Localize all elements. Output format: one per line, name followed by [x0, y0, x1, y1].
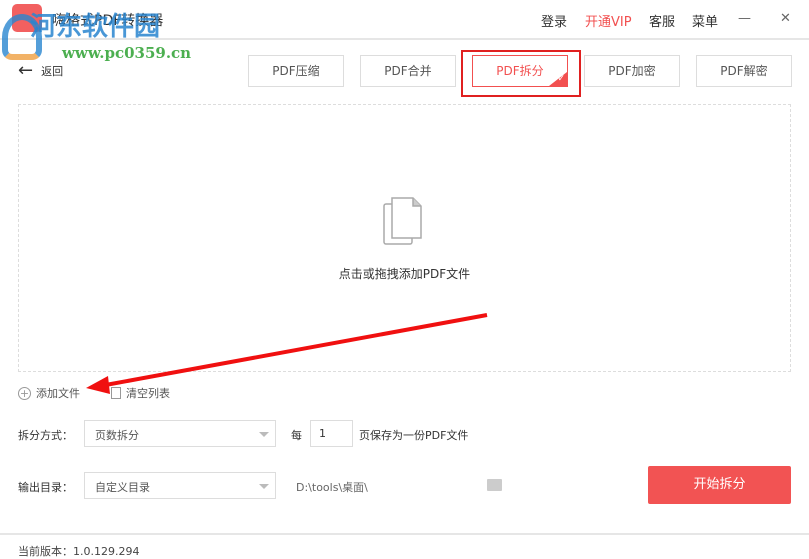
split-mode-label: 拆分方式： — [18, 429, 73, 442]
footer-divider — [0, 533, 809, 535]
per-label: 每 — [291, 429, 302, 442]
back-button[interactable]: ← 返回 — [18, 62, 63, 80]
trash-icon — [111, 387, 121, 399]
clear-list-label: 清空列表 — [126, 387, 170, 400]
arrow-left-icon: ← — [18, 60, 34, 81]
tab-pdf-encrypt[interactable]: PDF加密 — [584, 55, 680, 87]
service-link[interactable]: 客服 — [649, 11, 675, 30]
drop-hint: 点击或拖拽添加PDF文件 — [338, 267, 471, 281]
document-icon — [383, 197, 422, 245]
output-dir-label: 输出目录： — [18, 481, 73, 494]
add-file-label: 添加文件 — [36, 387, 80, 400]
pages-suffix-label: 页保存为一份PDF文件 — [359, 429, 469, 442]
pages-per-file-input[interactable]: 1 — [310, 420, 353, 447]
caret-down-icon — [259, 432, 269, 442]
vip-link[interactable]: 开通VIP — [585, 11, 632, 30]
tab-pdf-merge[interactable]: PDF合并 — [360, 55, 456, 87]
split-mode-value: 页数拆分 — [95, 429, 139, 442]
output-dir-value: 自定义目录 — [95, 481, 150, 494]
caret-down-icon — [259, 484, 269, 494]
menu-link[interactable]: 菜单 — [692, 11, 718, 30]
add-file-button[interactable]: + 添加文件 — [18, 385, 80, 401]
plus-circle-icon: + — [18, 386, 31, 400]
output-path: D:\tools\桌面\ — [296, 481, 368, 494]
close-button[interactable]: ✕ — [780, 11, 791, 26]
watermark-url: www.pc0359.cn — [62, 44, 192, 62]
tab-pdf-compress[interactable]: PDF压缩 — [248, 55, 344, 87]
watermark-text: 河东软件园 — [30, 12, 161, 42]
tab-pdf-decrypt[interactable]: PDF解密 — [696, 55, 792, 87]
start-split-button[interactable]: 开始拆分 — [648, 466, 791, 504]
annotation-highlight-box — [461, 50, 581, 97]
clear-list-button[interactable]: 清空列表 — [111, 385, 170, 401]
folder-icon[interactable] — [487, 479, 502, 491]
login-link[interactable]: 登录 — [541, 11, 567, 30]
back-label: 返回 — [41, 65, 64, 78]
output-dir-select[interactable]: 自定义目录 — [84, 472, 276, 499]
split-mode-select[interactable]: 页数拆分 — [84, 420, 276, 447]
version-text: 当前版本：1.0.129.294 — [18, 545, 140, 558]
minimize-button[interactable]: — — [738, 11, 751, 26]
